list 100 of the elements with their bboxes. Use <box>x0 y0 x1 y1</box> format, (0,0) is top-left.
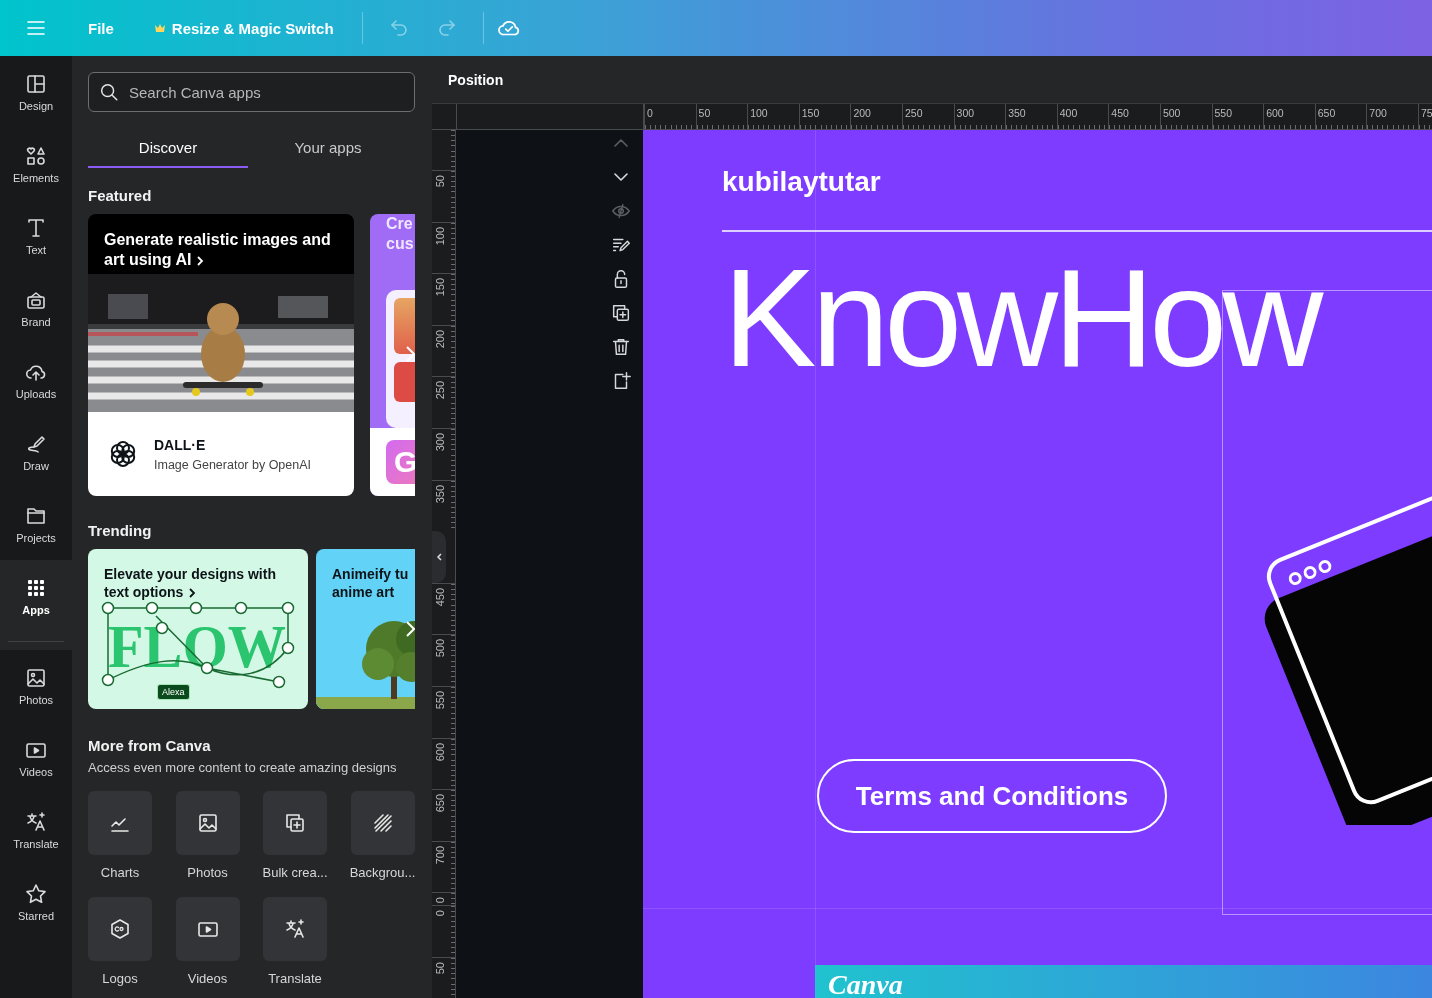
ruler-label: 0 <box>647 107 653 119</box>
collapse-handle[interactable] <box>432 531 446 583</box>
logo-badge-icon <box>108 917 132 941</box>
chevron-icon <box>187 587 198 600</box>
duplicate-icon <box>610 302 632 324</box>
page-tool-button[interactable] <box>610 302 632 324</box>
sidebar-item[interactable]: Brand <box>0 272 72 344</box>
sidebar-item[interactable]: Apps <box>0 560 72 632</box>
sidebar-item[interactable]: Photos <box>0 650 72 722</box>
tab[interactable]: Discover <box>88 128 248 168</box>
tab[interactable]: Your apps <box>248 128 408 168</box>
app-tile[interactable] <box>175 897 240 961</box>
section-subtitle: Access even more content to create amazing designs <box>88 760 398 775</box>
ruler-label: 300 <box>434 432 446 452</box>
app-card[interactable]: Generate realistic images and art using AI DALL·E Image Generator by OpenAI <box>88 214 354 496</box>
shapes-icon <box>24 144 48 168</box>
translate-icon <box>24 810 48 834</box>
sidebar-item[interactable]: Elements <box>0 128 72 200</box>
ruler-label: 50 <box>698 107 711 119</box>
ruler-label: 650 <box>434 794 446 813</box>
ruler-label: 75 <box>1420 107 1432 119</box>
ruler-label: 450 <box>434 587 446 607</box>
ruler-label: 550 <box>434 690 446 710</box>
author-name: kubilaytutar <box>722 166 881 198</box>
ruler-label: 700 <box>434 845 446 865</box>
sidebar-item[interactable]: Text <box>0 200 72 272</box>
card-title: Generate realistic images and art using AI <box>103 230 332 270</box>
app-tile[interactable] <box>263 897 327 961</box>
ruler-label: 0 <box>434 910 446 917</box>
app-tile[interactable] <box>88 897 152 961</box>
tile-label: Logos <box>102 971 138 986</box>
ruler-label: 150 <box>801 107 820 119</box>
sidebar-item[interactable]: Starred <box>0 866 72 938</box>
tile-label: Charts <box>100 865 140 880</box>
ruler-label: 100 <box>750 107 768 119</box>
image-icon <box>24 666 48 690</box>
toolbar-title: Position <box>448 71 504 88</box>
sidebar-item[interactable]: Draw <box>0 416 72 488</box>
sidebar-item[interactable]: Translate <box>0 794 72 866</box>
ruler-label: 100 <box>434 226 446 245</box>
ruler-label: 600 <box>434 742 446 761</box>
ruler-label: 0 <box>434 897 446 904</box>
card-title: Elevate your designs with text options <box>103 565 277 601</box>
app-tile[interactable] <box>88 791 152 855</box>
chevron-up-icon <box>614 139 628 147</box>
sidebar-item[interactable]: Projects <box>0 488 72 560</box>
tile-label: Photos <box>187 865 228 880</box>
section-heading: More from Canva <box>88 737 211 754</box>
ruler-label: 400 <box>1059 107 1078 119</box>
app-logo: G <box>386 440 415 484</box>
section-heading: Featured <box>88 187 153 204</box>
ruler-label: 250 <box>904 107 923 119</box>
search-icon <box>98 81 120 103</box>
ruler-label: 50 <box>434 175 446 188</box>
duplicate-icon <box>283 811 307 835</box>
ruler-label: 200 <box>853 107 871 119</box>
canva-logo: Canva <box>828 969 903 998</box>
chevron-icon <box>195 254 206 267</box>
ruler-label: 150 <box>434 278 446 297</box>
page-tool-button[interactable] <box>610 336 632 358</box>
ruler-label: 350 <box>1008 107 1026 119</box>
terms-button[interactable]: Terms and Conditions <box>817 759 1167 833</box>
card-title: cus <box>385 234 415 254</box>
app-card[interactable]: Animeify tu anime art <box>316 549 415 709</box>
layout-icon <box>24 72 48 96</box>
ruler-label: 500 <box>434 639 446 658</box>
sidebar-item[interactable]: Uploads <box>0 344 72 416</box>
ruler-label: 250 <box>434 381 446 400</box>
sidebar-item[interactable]: Videos <box>0 722 72 794</box>
tile-label: Bulk crea... <box>262 865 328 880</box>
search-field[interactable]: Search Canva apps <box>88 72 415 112</box>
chevron-down-icon <box>614 173 628 181</box>
ruler-label: 350 <box>434 484 446 503</box>
ruler-label: 200 <box>434 329 446 349</box>
ruler-label: 700 <box>1369 107 1387 119</box>
trash-icon <box>610 336 632 358</box>
ruler-label: 50 <box>434 961 446 975</box>
headline: KnowHow <box>723 248 1319 388</box>
section-heading: Trending <box>88 522 152 539</box>
tile-label: Translate <box>268 971 322 986</box>
crown-icon <box>153 23 166 33</box>
app-description: Image Generator by OpenAI <box>154 457 312 472</box>
star-icon <box>24 882 48 906</box>
ruler-label: 650 <box>1317 107 1336 119</box>
app-tile[interactable] <box>350 791 415 855</box>
ruler-label: 550 <box>1214 107 1233 119</box>
tile-label: Backgrou... <box>349 865 416 880</box>
tile-label: Videos <box>187 971 228 986</box>
ruler-label: 600 <box>1266 107 1284 119</box>
ruler-label: 300 <box>956 107 975 119</box>
ruler-label: 450 <box>1111 107 1129 119</box>
app-name: DALL·E <box>154 436 207 453</box>
translate-icon <box>283 917 307 941</box>
knot-logo-icon <box>108 439 138 469</box>
card-title: anime art <box>331 583 396 601</box>
app-tile[interactable] <box>263 791 327 855</box>
sidebar-item[interactable]: Design <box>0 56 72 128</box>
ruler-label: 500 <box>1162 107 1181 119</box>
card-title: Cre <box>385 214 414 234</box>
app-tile[interactable] <box>175 791 240 855</box>
